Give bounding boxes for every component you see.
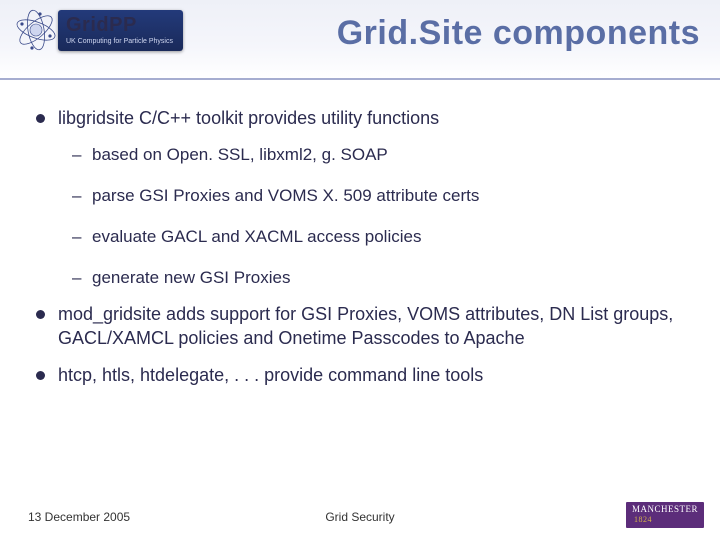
list-item: mod_gridsite adds support for GSI Proxie…: [36, 302, 690, 351]
slide-footer: 13 December 2005 Grid Security MANCHESTE…: [0, 500, 720, 530]
sub-list-item: evaluate GACL and XACML access policies: [58, 226, 690, 249]
logo-badge: GridPP UK Computing for Particle Physics: [58, 10, 183, 51]
footer-org: MANCHESTER 1824: [626, 502, 704, 528]
slide-title: Grid.Site components: [337, 14, 700, 53]
footer-center: Grid Security: [325, 510, 394, 524]
org-name: MANCHESTER: [632, 504, 698, 514]
manchester-badge: MANCHESTER 1824: [626, 502, 704, 528]
sub-list-item: parse GSI Proxies and VOMS X. 509 attrib…: [58, 185, 690, 208]
list-item: htcp, htls, htdelegate, . . . provide co…: [36, 363, 690, 387]
footer-date: 13 December 2005: [28, 510, 130, 524]
logo-tagline: UK Computing for Particle Physics: [66, 38, 173, 45]
org-year: 1824: [634, 516, 652, 525]
logo-name: GridPP: [66, 14, 137, 36]
logo-block: GridPP UK Computing for Particle Physics: [14, 8, 183, 52]
gridpp-logo-icon: [14, 8, 58, 52]
slide-header: GridPP UK Computing for Particle Physics…: [0, 0, 720, 80]
sub-list-item: generate new GSI Proxies: [58, 267, 690, 290]
bullet-text: htcp, htls, htdelegate, . . . provide co…: [58, 365, 483, 385]
sub-list-item: based on Open. SSL, libxml2, g. SOAP: [58, 144, 690, 167]
list-item: libgridsite C/C++ toolkit provides utili…: [36, 106, 690, 290]
slide-content: libgridsite C/C++ toolkit provides utili…: [0, 80, 720, 387]
sub-list: based on Open. SSL, libxml2, g. SOAP par…: [58, 144, 690, 290]
bullet-text: mod_gridsite adds support for GSI Proxie…: [58, 304, 673, 348]
bullet-list: libgridsite C/C++ toolkit provides utili…: [36, 106, 690, 387]
bullet-text: libgridsite C/C++ toolkit provides utili…: [58, 108, 439, 128]
